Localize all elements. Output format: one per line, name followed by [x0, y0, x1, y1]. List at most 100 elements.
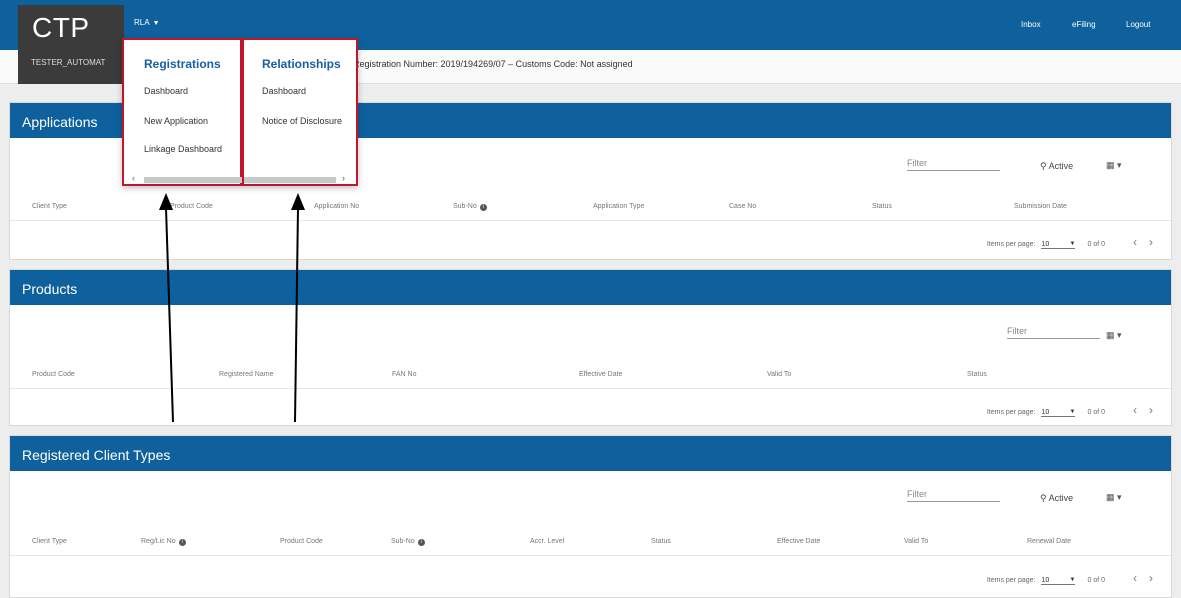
grid-icon: ▦ [1106, 160, 1115, 170]
client-types-columns-button[interactable]: ▦ ▾ [1106, 492, 1122, 503]
applications-header-row: Client Type Product Code Application No … [10, 199, 1171, 221]
client-types-filter-input[interactable] [907, 486, 1000, 502]
chevron-down-icon: ▾ [1117, 330, 1122, 340]
logout-link[interactable]: Logout [1126, 20, 1150, 29]
col-effective-date[interactable]: Effective Date [579, 371, 622, 378]
menu-item-new-application[interactable]: New Application [144, 116, 208, 126]
col-status[interactable]: Status [872, 203, 892, 210]
caret-down-icon: ▼ [1069, 577, 1076, 583]
applications-filter-input[interactable] [907, 155, 1000, 171]
items-per-page-label: Items per page: [986, 241, 1036, 248]
col-client-type[interactable]: Client Type [32, 203, 67, 210]
relationships-menu-column: Relationships Dashboard Notice of Disclo… [242, 38, 358, 186]
products-pager: Items per page: 10 ▼ 0 of 0 ‹ › [987, 403, 1153, 417]
items-per-page-select[interactable]: 10 ▼ [1041, 241, 1076, 249]
client-types-title: Registered Client Types [10, 436, 1171, 471]
applications-columns-button[interactable]: ▦ ▾ [1106, 160, 1122, 171]
col-valid-to[interactable]: Valid To [904, 538, 928, 545]
page-range: 0 of 0 [1087, 577, 1105, 584]
page-range: 0 of 0 [1087, 241, 1105, 248]
col-application-type[interactable]: Application Type [593, 203, 644, 210]
menu-item-notice-of-disclosure[interactable]: Notice of Disclosure [262, 116, 342, 126]
col-valid-to[interactable]: Valid To [767, 371, 791, 378]
prev-page-icon[interactable]: ‹ [1133, 571, 1137, 585]
col-effective-date[interactable]: Effective Date [777, 538, 820, 545]
rla-dropdown-menu: Registrations Dashboard New Application … [122, 38, 358, 186]
products-title: Products [10, 270, 1171, 305]
items-per-page-value: 10 [1041, 409, 1050, 416]
items-per-page-label: Items per page: [986, 409, 1036, 416]
client-types-active-toggle[interactable]: ⚲ Active [1040, 493, 1073, 504]
items-per-page-select[interactable]: 10 ▼ [1041, 409, 1076, 417]
col-submission-date[interactable]: Submission Date [1014, 203, 1067, 210]
col-reg-lic-no-label: Reg/Lic No [141, 538, 176, 545]
grid-icon: ▦ [1106, 330, 1115, 340]
chevron-down-icon: ▾ [1117, 492, 1122, 502]
filter-icon: ⚲ [1040, 161, 1049, 171]
rla-menu-label: RLA [134, 18, 150, 27]
page-range: 0 of 0 [1087, 409, 1105, 416]
products-columns-button[interactable]: ▦ ▾ [1106, 330, 1122, 341]
products-filter-input[interactable] [1007, 323, 1100, 339]
menu-item-relationships-dashboard[interactable]: Dashboard [262, 86, 306, 96]
products-panel: Products ▦ ▾ Product Code Registered Nam… [9, 269, 1172, 426]
next-page-icon[interactable]: › [1149, 235, 1153, 249]
col-application-no[interactable]: Application No [314, 203, 359, 210]
col-registered-name[interactable]: Registered Name [219, 371, 273, 378]
col-renewal-date[interactable]: Renewal Date [1027, 538, 1071, 545]
registrations-menu-column: Registrations Dashboard New Application … [122, 38, 242, 186]
col-sub-no[interactable]: Sub-No i [453, 203, 487, 211]
rla-menu-toggle[interactable]: RLA ▼ [134, 18, 160, 27]
applications-active-toggle[interactable]: ⚲ Active [1040, 161, 1073, 172]
col-client-type[interactable]: Client Type [32, 538, 67, 545]
logo-text: CTP [32, 12, 90, 43]
col-sub-no-label: Sub-No [453, 203, 477, 210]
client-types-pager: Items per page: 10 ▼ 0 of 0 ‹ › [987, 571, 1153, 585]
info-icon: i [479, 204, 487, 211]
active-label: Active [1048, 493, 1074, 503]
client-types-header-row: Client Type Reg/Lic No i Product Code Sub… [10, 534, 1171, 556]
col-status[interactable]: Status [651, 538, 671, 545]
active-label: Active [1048, 161, 1074, 171]
info-icon: i [417, 539, 425, 546]
next-page-icon[interactable]: › [1149, 403, 1153, 417]
col-product-code[interactable]: Product Code [280, 538, 323, 545]
prev-page-icon[interactable]: ‹ [1133, 235, 1137, 249]
col-product-code[interactable]: Product Code [170, 203, 213, 210]
efiling-link[interactable]: eFiling [1072, 20, 1096, 29]
horizontal-scrollbar[interactable] [244, 177, 336, 183]
inbox-link[interactable]: Inbox [1021, 20, 1041, 29]
applications-pager: Items per page: 10 ▼ 0 of 0 ‹ › [987, 235, 1153, 249]
items-per-page-select[interactable]: 10 ▼ [1041, 577, 1076, 585]
filter-icon: ⚲ [1040, 493, 1049, 503]
col-case-no[interactable]: Case No [729, 203, 756, 210]
info-icon: i [178, 539, 186, 546]
caret-down-icon: ▼ [1069, 241, 1076, 247]
items-per-page-label: Items per page: [986, 577, 1036, 584]
menu-item-linkage-dashboard[interactable]: Linkage Dashboard [144, 144, 222, 154]
scroll-left-icon[interactable]: ‹ [132, 173, 135, 183]
col-status[interactable]: Status [967, 371, 987, 378]
registration-info: Registration Number: 2019/194269/07 – Cu… [353, 59, 633, 69]
chevron-down-icon: ▾ [1117, 160, 1122, 170]
items-per-page-value: 10 [1041, 577, 1050, 584]
col-fan-no[interactable]: FAN No [392, 371, 417, 378]
grid-icon: ▦ [1106, 492, 1115, 502]
relationships-menu-title: Relationships [262, 57, 341, 71]
caret-down-icon: ▼ [1069, 409, 1076, 415]
col-sub-no[interactable]: Sub-No i [391, 538, 425, 546]
col-reg-lic-no[interactable]: Reg/Lic No i [141, 538, 186, 546]
scroll-right-icon[interactable]: › [342, 173, 345, 183]
horizontal-scrollbar[interactable] [144, 177, 242, 183]
next-page-icon[interactable]: › [1149, 571, 1153, 585]
products-header-row: Product Code Registered Name FAN No Effe… [10, 367, 1171, 389]
caret-down-icon: ▼ [152, 20, 160, 27]
items-per-page-value: 10 [1041, 241, 1050, 248]
client-types-panel: Registered Client Types ⚲ Active ▦ ▾ Cli… [9, 435, 1172, 598]
col-product-code[interactable]: Product Code [32, 371, 75, 378]
registrations-menu-title: Registrations [144, 57, 221, 71]
col-accr-level[interactable]: Accr. Level [530, 538, 564, 545]
username-label: TESTER_AUTOMAT [31, 58, 106, 67]
menu-item-registrations-dashboard[interactable]: Dashboard [144, 86, 188, 96]
prev-page-icon[interactable]: ‹ [1133, 403, 1137, 417]
